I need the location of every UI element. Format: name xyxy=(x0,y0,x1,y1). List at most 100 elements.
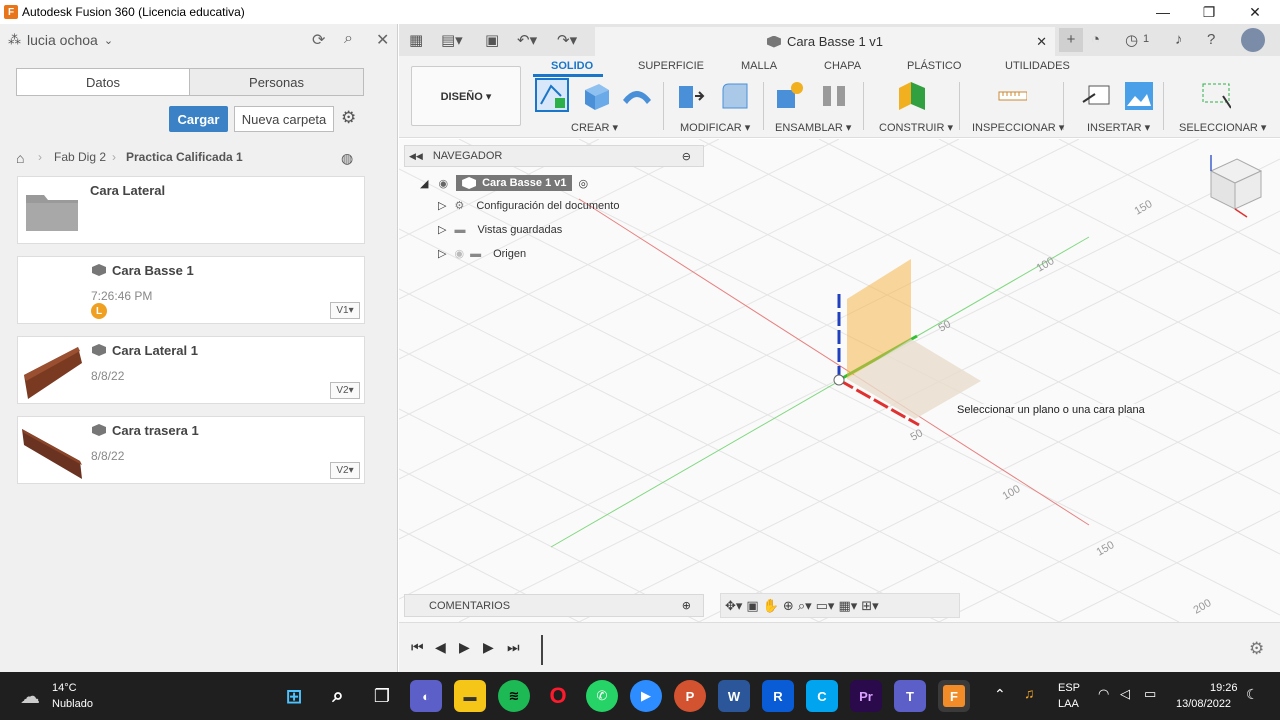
weather-desc[interactable]: Nublado xyxy=(52,698,93,710)
breadcrumb-project[interactable]: Fab Dig 2 xyxy=(54,150,106,164)
visibility-eye-icon[interactable]: ◉ xyxy=(438,177,448,190)
close-button[interactable]: ✕ xyxy=(1232,0,1278,24)
redo-icon[interactable]: ↷▾ xyxy=(557,31,577,49)
list-item-folder[interactable]: Cara Lateral xyxy=(17,176,365,244)
browser-node[interactable]: ▷ ⚙ Configuración del documento xyxy=(438,199,619,213)
insert-canvas-icon[interactable] xyxy=(1123,80,1153,110)
task-view-icon[interactable]: ❐ xyxy=(366,680,398,712)
gear-icon[interactable]: ⚙ xyxy=(341,108,356,128)
browser-node[interactable]: ▷ ▬ Vistas guardadas xyxy=(438,223,562,237)
version-dropdown[interactable]: V2▾ xyxy=(330,382,360,399)
revit-icon[interactable]: R xyxy=(762,680,794,712)
clock-time[interactable]: 19:26 xyxy=(1210,682,1238,694)
tab-datos[interactable]: Datos xyxy=(16,68,190,96)
play-icon[interactable]: ▶ xyxy=(459,639,470,656)
opera-icon[interactable]: O xyxy=(542,680,574,712)
orbit-icon[interactable]: ✥▾ xyxy=(725,598,742,614)
measure-icon[interactable] xyxy=(997,80,1027,110)
save-icon[interactable]: ▣ xyxy=(485,31,499,49)
minimize-button[interactable]: — xyxy=(1140,0,1186,24)
search-icon[interactable]: ⌕ xyxy=(322,680,354,712)
collapse-panel-icon[interactable]: ◀◀ xyxy=(409,151,423,162)
press-pull-icon[interactable] xyxy=(675,80,705,110)
file-menu-icon[interactable]: ▤▾ xyxy=(441,31,463,49)
start-icon[interactable]: ⊞ xyxy=(278,680,310,712)
tab-personas[interactable]: Personas xyxy=(189,68,364,96)
whatsapp-icon[interactable]: ✆ xyxy=(586,680,618,712)
document-tab[interactable]: Cara Basse 1 v1 ✕ xyxy=(595,27,1055,56)
origin-point[interactable] xyxy=(833,374,845,386)
version-dropdown[interactable]: V2▾ xyxy=(330,462,360,479)
zoom-icon[interactable]: ⊕ xyxy=(783,598,794,614)
go-to-start-icon[interactable]: ⏮ xyxy=(411,639,424,656)
premiere-icon[interactable]: Pr xyxy=(850,680,882,712)
tab-plastico[interactable]: PLÁSTICO xyxy=(907,60,961,72)
list-item-design[interactable]: Cara Lateral 1 8/8/22 V2▾ xyxy=(17,336,365,404)
close-tab-icon[interactable]: ✕ xyxy=(1036,34,1047,50)
add-comment-icon[interactable]: ⊕ xyxy=(682,599,691,612)
comments-panel[interactable]: COMENTARIOS ⊕ xyxy=(404,594,704,617)
teams-icon[interactable]: T xyxy=(894,680,926,712)
look-at-icon[interactable]: ▣ xyxy=(746,598,758,614)
viewports-icon[interactable]: ⊞▾ xyxy=(861,598,878,614)
chevron-down-icon[interactable]: ⌄ xyxy=(104,34,113,47)
tab-malla[interactable]: MALLA xyxy=(741,60,777,72)
avatar[interactable] xyxy=(1241,28,1265,52)
upload-button[interactable]: Cargar xyxy=(169,106,228,132)
battery-icon[interactable]: ▭ xyxy=(1144,686,1156,702)
group-ensamblar[interactable]: ENSAMBLAR ▾ xyxy=(775,121,851,134)
bell-icon[interactable]: ♪ xyxy=(1175,31,1183,48)
wifi-icon[interactable]: ◠ xyxy=(1098,686,1109,702)
joint-icon[interactable] xyxy=(819,80,849,110)
help-icon[interactable]: ? xyxy=(1207,31,1215,48)
breadcrumb-folder[interactable]: Practica Calificada 1 xyxy=(126,150,243,164)
home-icon[interactable]: ⌂ xyxy=(16,150,24,166)
display-settings-icon[interactable]: ▭▾ xyxy=(816,598,835,614)
focus-moon-icon[interactable]: ☾ xyxy=(1246,686,1259,703)
extensions-icon[interactable]: ◔ xyxy=(1091,31,1100,48)
create-sketch-icon[interactable] xyxy=(535,78,569,112)
minus-icon[interactable]: ⊖ xyxy=(682,150,691,163)
weather-cloud-icon[interactable]: ☁ xyxy=(20,684,40,709)
list-item-design[interactable]: Cara trasera 1 8/8/22 V2▾ xyxy=(17,416,365,484)
fillet-icon[interactable] xyxy=(719,80,749,110)
new-folder-button[interactable]: Nueva carpeta xyxy=(234,106,334,132)
view-cube[interactable] xyxy=(1209,155,1263,218)
fusion-taskbar-icon[interactable]: F xyxy=(938,680,970,712)
close-panel-icon[interactable]: ✕ xyxy=(376,30,389,50)
activate-radio-icon[interactable]: ◎ xyxy=(578,177,588,190)
user-name[interactable]: lucia ochoa xyxy=(27,32,98,48)
tab-solido[interactable]: SOLIDO xyxy=(551,60,593,72)
canva-icon[interactable]: C xyxy=(806,680,838,712)
undo-icon[interactable]: ↶▾ xyxy=(517,31,537,49)
hidden-eye-icon[interactable]: ◉ xyxy=(454,247,464,260)
pan-icon[interactable]: ✋ xyxy=(763,598,779,614)
powerpoint-icon[interactable]: P xyxy=(674,680,706,712)
workspace-switcher[interactable]: DISEÑO ▾ xyxy=(411,66,521,126)
tab-superficie[interactable]: SUPERFICIE xyxy=(638,60,704,72)
step-back-icon[interactable]: ◀ xyxy=(435,639,446,656)
expand-triangle-icon[interactable]: ▷ xyxy=(438,223,446,236)
step-forward-icon[interactable]: ▶ xyxy=(483,639,494,656)
collapse-triangle-icon[interactable]: ◢ xyxy=(420,177,428,190)
offset-plane-icon[interactable] xyxy=(897,80,927,110)
microphone-icon[interactable]: ♫ xyxy=(1024,685,1035,701)
group-crear[interactable]: CREAR ▾ xyxy=(571,121,618,134)
globe-icon[interactable]: ◍ xyxy=(341,150,353,167)
browser-panel-header[interactable]: ◀◀ NAVEGADOR ⊖ xyxy=(404,145,704,167)
root-label[interactable]: Cara Basse 1 v1 xyxy=(456,175,573,191)
expand-triangle-icon[interactable]: ▷ xyxy=(438,247,446,260)
keyboard-layout[interactable]: LAA xyxy=(1058,698,1079,710)
fit-icon[interactable]: ⌕▾ xyxy=(798,598,812,614)
expand-triangle-icon[interactable]: ▷ xyxy=(438,199,446,212)
group-insertar[interactable]: INSERTAR ▾ xyxy=(1087,121,1150,134)
team-icon[interactable]: ⁂ xyxy=(8,32,21,48)
zoom-icon[interactable]: ▶ xyxy=(630,680,662,712)
teams-chat-icon[interactable]: ◐ xyxy=(410,680,442,712)
browser-root[interactable]: ◢ ◉ Cara Basse 1 v1 ◎ xyxy=(420,175,588,191)
select-box-icon[interactable] xyxy=(1201,80,1231,110)
refresh-icon[interactable]: ⟳ xyxy=(312,30,325,50)
version-dropdown[interactable]: V1▾ xyxy=(330,302,360,319)
spotify-icon[interactable]: ≋ xyxy=(498,680,530,712)
clock-date[interactable]: 13/08/2022 xyxy=(1176,698,1231,710)
